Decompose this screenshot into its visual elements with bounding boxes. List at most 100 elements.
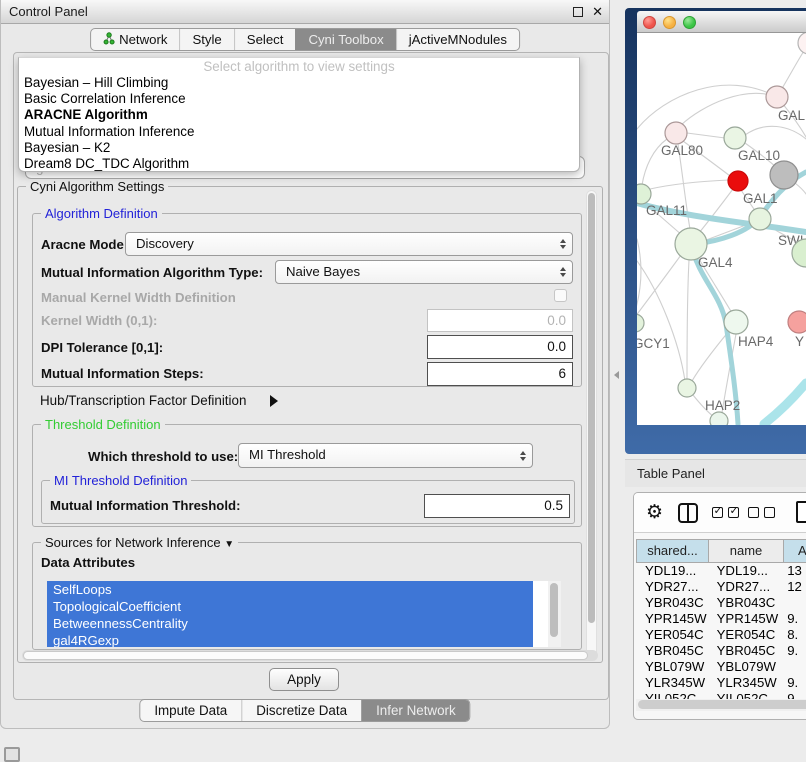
attribute-item[interactable]: BetweennessCentrality xyxy=(47,615,533,632)
table-cell[interactable] xyxy=(783,659,806,675)
document-icon[interactable] xyxy=(796,501,806,523)
float-window-icon[interactable] xyxy=(573,7,583,17)
network-node[interactable] xyxy=(798,33,806,54)
network-canvas[interactable]: GALGAL80GAL10GAL1GAL11SWI4GAL4GCY1HAP4YH… xyxy=(637,33,806,425)
table-cell[interactable] xyxy=(783,595,806,611)
tab-label: jActiveMNodules xyxy=(409,32,507,47)
attribute-item[interactable]: TopologicalCoefficient xyxy=(47,598,533,615)
mi-threshold-field[interactable]: 0.5 xyxy=(424,494,570,518)
collapse-arrow-icon[interactable]: ▼ xyxy=(224,539,234,550)
algorithm-option[interactable]: Basic Correlation Inference xyxy=(19,91,579,107)
column-header-a[interactable]: A xyxy=(783,539,806,563)
tab-impute-data[interactable]: Impute Data xyxy=(140,700,241,721)
column-header-shared[interactable]: shared... xyxy=(636,539,709,563)
aracne-mode-combo[interactable]: Discovery xyxy=(125,232,573,256)
table-cell[interactable]: YBR045C xyxy=(637,643,709,659)
network-node-gal11[interactable] xyxy=(637,184,651,204)
algorithm-definition-title: Algorithm Definition xyxy=(41,206,162,221)
close-icon[interactable]: ✕ xyxy=(592,0,603,24)
algorithm-option[interactable]: ARACNE Algorithm xyxy=(19,107,579,123)
data-attributes-list[interactable]: SelfLoopsTopologicalCoefficientBetweenne… xyxy=(47,581,561,647)
algorithm-option[interactable]: Bayesian – Hill Climbing xyxy=(19,75,579,91)
gear-icon[interactable]: ⚙ xyxy=(646,501,663,525)
deselect-all-icon[interactable] xyxy=(748,507,775,518)
apply-button[interactable]: Apply xyxy=(269,668,339,691)
table-cell[interactable]: YBL079W xyxy=(709,659,784,675)
mi-type-combo[interactable]: Naive Bayes xyxy=(275,260,573,284)
network-node-gcy1[interactable] xyxy=(637,314,644,332)
minimize-button[interactable] xyxy=(663,16,676,29)
tab-cyni-toolbox[interactable]: Cyni Toolbox xyxy=(295,29,395,50)
table-row: YDR27...YDR27...12 xyxy=(637,579,806,595)
split-columns-icon[interactable] xyxy=(678,503,698,523)
panel-divider-handle-icon[interactable] xyxy=(614,371,619,379)
table-cell[interactable]: YER054C xyxy=(709,627,784,643)
column-header-name[interactable]: name xyxy=(708,539,784,563)
algorithm-option[interactable]: Bayesian – K2 xyxy=(19,140,579,156)
close-button[interactable] xyxy=(643,16,656,29)
node-label: GAL11 xyxy=(646,203,687,218)
tab-discretize-data[interactable]: Discretize Data xyxy=(241,700,361,721)
expand-arrow-icon[interactable] xyxy=(270,395,278,407)
network-node-gal1[interactable] xyxy=(728,171,748,191)
table-cell[interactable]: 9. xyxy=(783,643,806,659)
network-edge xyxy=(637,239,641,315)
select-all-icon[interactable] xyxy=(712,507,739,518)
attribute-item[interactable]: SelfLoops xyxy=(47,581,533,598)
hub-tf-definition-label[interactable]: Hub/Transcription Factor Definition xyxy=(40,393,246,408)
zoom-button[interactable] xyxy=(683,16,696,29)
docked-panel-icon[interactable] xyxy=(4,747,20,762)
table-cell[interactable]: YPR145W xyxy=(637,611,709,627)
which-threshold-combo[interactable]: MI Threshold xyxy=(238,443,533,468)
tab-network[interactable]: Network xyxy=(91,29,179,50)
table-cell[interactable]: YDL19... xyxy=(709,563,784,579)
network-node-gal10[interactable] xyxy=(724,127,746,149)
table-cell[interactable]: 12 xyxy=(783,579,806,595)
table-cell[interactable]: YBL079W xyxy=(637,659,709,675)
network-node-hap2[interactable] xyxy=(678,379,696,397)
table-cell[interactable]: 9. xyxy=(783,675,806,691)
table-cell[interactable]: YDR27... xyxy=(637,579,709,595)
table-cell[interactable]: YPR145W xyxy=(709,611,784,627)
scrollbar-thumb[interactable] xyxy=(23,651,588,660)
table-panel: ⚙ shared...nameA YDL19...YDL19...13YDR27… xyxy=(633,492,806,720)
network-node-gal80[interactable] xyxy=(665,122,687,144)
sources-group-title: Sources for Network Inference ▼ xyxy=(41,535,238,550)
table-cell[interactable]: YBR043C xyxy=(709,595,784,611)
list-scrollbar[interactable] xyxy=(548,581,561,647)
network-node-gal[interactable] xyxy=(766,86,788,108)
manual-kernel-checkbox[interactable] xyxy=(554,289,567,302)
network-node-y[interactable] xyxy=(788,311,806,333)
network-node[interactable] xyxy=(770,161,798,189)
network-node[interactable] xyxy=(710,412,728,425)
table-cell[interactable]: YDR27... xyxy=(709,579,784,595)
tab-style[interactable]: Style xyxy=(179,29,233,50)
algorithm-option[interactable]: Mutual Information Inference xyxy=(19,124,579,140)
tab-jactivemnodules[interactable]: jActiveMNodules xyxy=(396,29,519,50)
table-cell[interactable]: 13 xyxy=(783,563,806,579)
table-cell[interactable]: YBR045C xyxy=(709,643,784,659)
table-cell[interactable]: YLR345W xyxy=(637,675,709,691)
scrollbar-thumb[interactable] xyxy=(588,193,595,623)
network-node-swi4[interactable] xyxy=(749,208,771,230)
bottom-tabs: Impute DataDiscretize DataInfer Network xyxy=(139,699,470,722)
table-horizontal-scrollbar[interactable] xyxy=(636,699,806,711)
table-cell[interactable]: YER054C xyxy=(637,627,709,643)
table-cell[interactable]: 9. xyxy=(783,611,806,627)
network-node-hap4[interactable] xyxy=(724,310,748,334)
dpi-tolerance-field[interactable]: 0.0 xyxy=(427,335,573,359)
table-cell[interactable]: YLR345W xyxy=(709,675,784,691)
settings-scrollbar[interactable] xyxy=(586,190,597,658)
table-cell[interactable]: YDL19... xyxy=(637,563,709,579)
attribute-item[interactable]: gal4RGexp xyxy=(47,632,533,647)
tab-infer-network[interactable]: Infer Network xyxy=(361,700,470,721)
tab-select[interactable]: Select xyxy=(234,29,296,50)
kernel-width-field[interactable]: 0.0 xyxy=(427,309,573,332)
node-label: GAL xyxy=(778,108,806,123)
table-cell[interactable]: 8. xyxy=(783,627,806,643)
horizontal-scrollbar[interactable] xyxy=(22,650,598,661)
table-cell[interactable]: YBR043C xyxy=(637,595,709,611)
algorithm-option[interactable]: Dream8 DC_TDC Algorithm xyxy=(19,156,579,172)
network-window-titlebar[interactable] xyxy=(637,11,806,33)
mi-steps-field[interactable]: 6 xyxy=(427,362,573,386)
